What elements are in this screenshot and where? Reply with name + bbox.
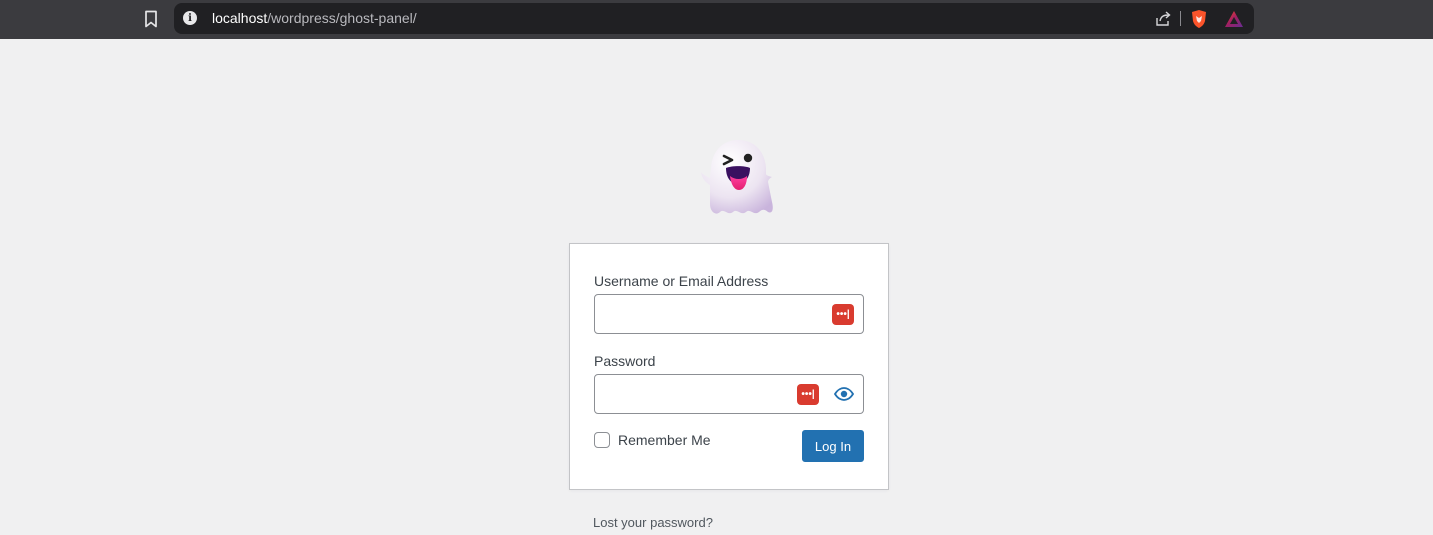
remember-label: Remember Me [618, 432, 711, 448]
url-text[interactable]: localhost/wordpress/ghost-panel/ [212, 10, 417, 26]
url-host: localhost [212, 10, 268, 26]
password-label: Password [594, 353, 656, 369]
url-separator [1180, 11, 1181, 26]
lost-password-link[interactable]: Lost your password? [593, 515, 713, 530]
address-bar[interactable]: i localhost/wordpress/ghost-panel/ [174, 3, 1254, 34]
brave-rewards-icon[interactable] [1224, 10, 1244, 28]
brave-shields-icon[interactable] [1190, 9, 1208, 29]
info-icon[interactable]: i [183, 11, 197, 25]
login-button[interactable]: Log In [802, 430, 864, 462]
username-input[interactable]: •••| [594, 294, 864, 334]
url-path: /wordpress/ghost-panel/ [267, 10, 417, 26]
password-manager-icon[interactable]: •••| [797, 384, 819, 405]
password-manager-icon[interactable]: •••| [832, 304, 854, 325]
share-icon[interactable] [1154, 10, 1172, 28]
password-input[interactable]: •••| [594, 374, 864, 414]
browser-toolbar: i localhost/wordpress/ghost-panel/ [0, 0, 1433, 39]
remember-me[interactable]: Remember Me [594, 432, 711, 448]
bookmark-icon[interactable] [140, 7, 162, 31]
eye-icon[interactable] [833, 384, 855, 404]
ghost-icon[interactable] [700, 138, 776, 218]
remember-checkbox[interactable] [594, 432, 610, 448]
login-form: Username or Email Address •••| Password … [569, 243, 889, 490]
username-label: Username or Email Address [594, 273, 769, 289]
